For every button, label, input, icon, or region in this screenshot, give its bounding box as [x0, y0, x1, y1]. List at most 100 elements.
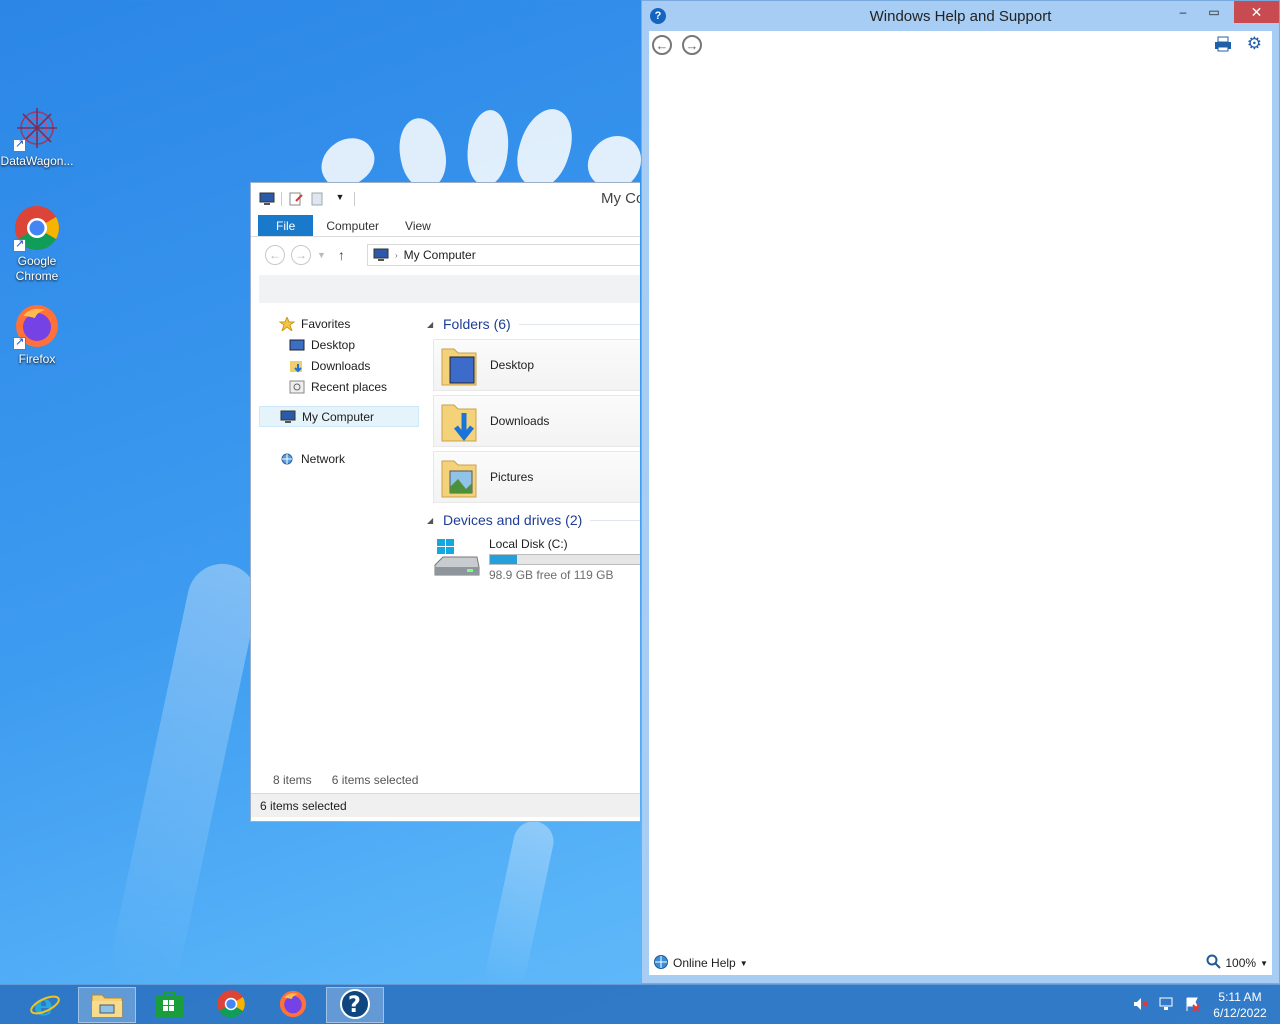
items-count: 8 items: [273, 773, 312, 787]
help-titlebar[interactable]: ? Windows Help and Support – ▭ ✕: [642, 1, 1279, 31]
desktop-icon-label: DataWagon...: [0, 154, 74, 168]
folder-desktop[interactable]: Desktop: [433, 339, 640, 391]
desktop-icon-firefox[interactable]: Firefox: [0, 302, 74, 367]
clock-date: 6/12/2022: [1213, 1006, 1267, 1020]
nav-label: Recent places: [311, 379, 388, 394]
taskbar-file-explorer[interactable]: [78, 987, 136, 1023]
volume-muted-icon[interactable]: [1132, 996, 1148, 1015]
shortcut-arrow-icon: [13, 335, 26, 350]
taskbar-firefox[interactable]: [264, 987, 322, 1023]
chevron-down-icon[interactable]: ▼: [332, 192, 348, 206]
folders-group-header[interactable]: ◢ Folders (6): [427, 313, 640, 335]
recent-locations-button[interactable]: ▼: [317, 250, 326, 260]
action-center-flag-icon[interactable]: [1184, 996, 1200, 1015]
devices-group-header[interactable]: ◢ Devices and drives (2): [427, 509, 640, 531]
folder-label: Downloads: [490, 414, 550, 428]
separator: [354, 192, 355, 206]
chevron-down-icon: ▼: [739, 958, 748, 968]
nav-desktop[interactable]: Desktop: [259, 334, 419, 355]
address-bar[interactable]: › My Computer: [367, 244, 640, 266]
window-title: My Computer: [601, 190, 640, 207]
forward-button[interactable]: →: [291, 245, 311, 265]
desktop-icon-chrome[interactable]: Google Chrome: [0, 204, 74, 284]
desktop-icon-label: Google Chrome: [15, 254, 59, 283]
recent-places-icon: [289, 380, 305, 394]
up-button[interactable]: ↑: [338, 247, 345, 263]
back-button[interactable]: ←: [265, 245, 285, 265]
taskbar-store[interactable]: [140, 987, 198, 1023]
desktop-icon-label: Firefox: [18, 352, 56, 366]
nav-favorites[interactable]: Favorites: [259, 313, 419, 334]
explorer-titlebar[interactable]: ▼ My Computer: [251, 183, 640, 215]
collapse-triangle-icon[interactable]: ◢: [427, 320, 435, 329]
file-explorer-icon: [90, 989, 124, 1022]
drive-free-space: 98.9 GB free of 119 GB: [489, 568, 614, 582]
datawagon-icon: [13, 104, 61, 152]
taskbar-help-and-support[interactable]: ?: [326, 987, 384, 1023]
tab-file[interactable]: File: [258, 215, 314, 236]
taskbar-chrome[interactable]: [202, 987, 260, 1023]
clock-time: 5:11 AM: [1218, 990, 1262, 1004]
globe-icon: [653, 954, 669, 973]
nav-label: Network: [301, 451, 346, 466]
ribbon-tabs: File Computer View: [251, 215, 640, 237]
properties-icon[interactable]: [288, 192, 304, 206]
desktop-icon-datawagon[interactable]: DataWagon...: [0, 104, 74, 169]
computer-icon: [280, 410, 296, 424]
ribbon-collapsed-area: [259, 275, 640, 303]
zoom-level: 100%: [1225, 956, 1257, 970]
folder-pictures[interactable]: Pictures: [433, 451, 640, 503]
clock[interactable]: 5:11 AM 6/12/2022: [1210, 989, 1270, 1021]
svg-text:?: ?: [348, 993, 361, 1018]
maximize-button[interactable]: ▭: [1199, 1, 1229, 23]
network-icon: [279, 452, 295, 466]
pictures-folder-icon: [440, 455, 478, 499]
file-explorer-window[interactable]: ▼ My Computer File Computer View ← → ▼ ↑…: [250, 182, 640, 822]
computer-icon: [373, 248, 389, 262]
folder-label: Pictures: [490, 470, 534, 484]
help-footer: Online Help ▼ 100% ▼: [649, 951, 1272, 975]
print-icon[interactable]: [1214, 36, 1232, 55]
desktop-folder-icon: [289, 338, 305, 352]
system-tray: 5:11 AM 6/12/2022: [1132, 985, 1270, 1024]
items-selected: 6 items selected: [331, 773, 419, 787]
chevron-down-icon: ▼: [1260, 958, 1268, 968]
folder-downloads[interactable]: Downloads: [433, 395, 640, 447]
settings-gear-icon[interactable]: ⚙: [1247, 35, 1262, 53]
divider: [518, 323, 640, 325]
desktop-folder-icon: [440, 343, 478, 387]
help-content-area: ← → ⚙ Online Help ▼ 100% ▼: [649, 31, 1272, 975]
drive-name: Local Disk (C:): [489, 537, 568, 551]
nav-recent-places[interactable]: Recent places: [259, 376, 419, 397]
new-folder-icon[interactable]: [310, 192, 326, 206]
forward-button[interactable]: →: [682, 35, 702, 55]
star-icon: [278, 315, 296, 332]
taskbar-internet-explorer[interactable]: e: [16, 987, 74, 1023]
address-text[interactable]: My Computer: [404, 248, 476, 262]
nav-my-computer[interactable]: My Computer: [259, 406, 419, 427]
collapse-triangle-icon[interactable]: ◢: [427, 516, 435, 525]
nav-downloads[interactable]: Downloads: [259, 355, 419, 376]
firefox-icon: [13, 302, 61, 350]
internet-explorer-icon: e: [29, 988, 61, 1023]
breadcrumb-separator-icon[interactable]: ›: [395, 251, 398, 260]
minimize-button[interactable]: –: [1168, 1, 1198, 23]
help-window[interactable]: ? Windows Help and Support – ▭ ✕ ← → ⚙ O…: [641, 0, 1280, 984]
shortcut-arrow-icon: [13, 137, 26, 152]
drive-usage-fill: [490, 555, 517, 564]
downloads-folder-icon: [440, 399, 478, 443]
tab-view[interactable]: View: [392, 215, 444, 236]
drive-local-disk-c[interactable]: Local Disk (C:) 98.9 GB free of 119 GB: [433, 537, 640, 582]
tab-computer[interactable]: Computer: [313, 215, 392, 236]
hard-drive-icon: [433, 537, 481, 581]
zoom-control[interactable]: 100% ▼: [1206, 954, 1268, 972]
drive-usage-bar: [489, 554, 640, 565]
chrome-icon: [216, 989, 246, 1022]
online-help-button[interactable]: Online Help ▼: [653, 954, 748, 973]
back-button[interactable]: ←: [652, 35, 672, 55]
close-button[interactable]: ✕: [1234, 1, 1279, 23]
network-icon[interactable]: [1158, 996, 1174, 1015]
nav-label: My Computer: [302, 409, 375, 424]
navigation-pane: Favorites Desktop Downloads Recent place…: [259, 313, 419, 469]
nav-network[interactable]: Network: [259, 448, 419, 469]
